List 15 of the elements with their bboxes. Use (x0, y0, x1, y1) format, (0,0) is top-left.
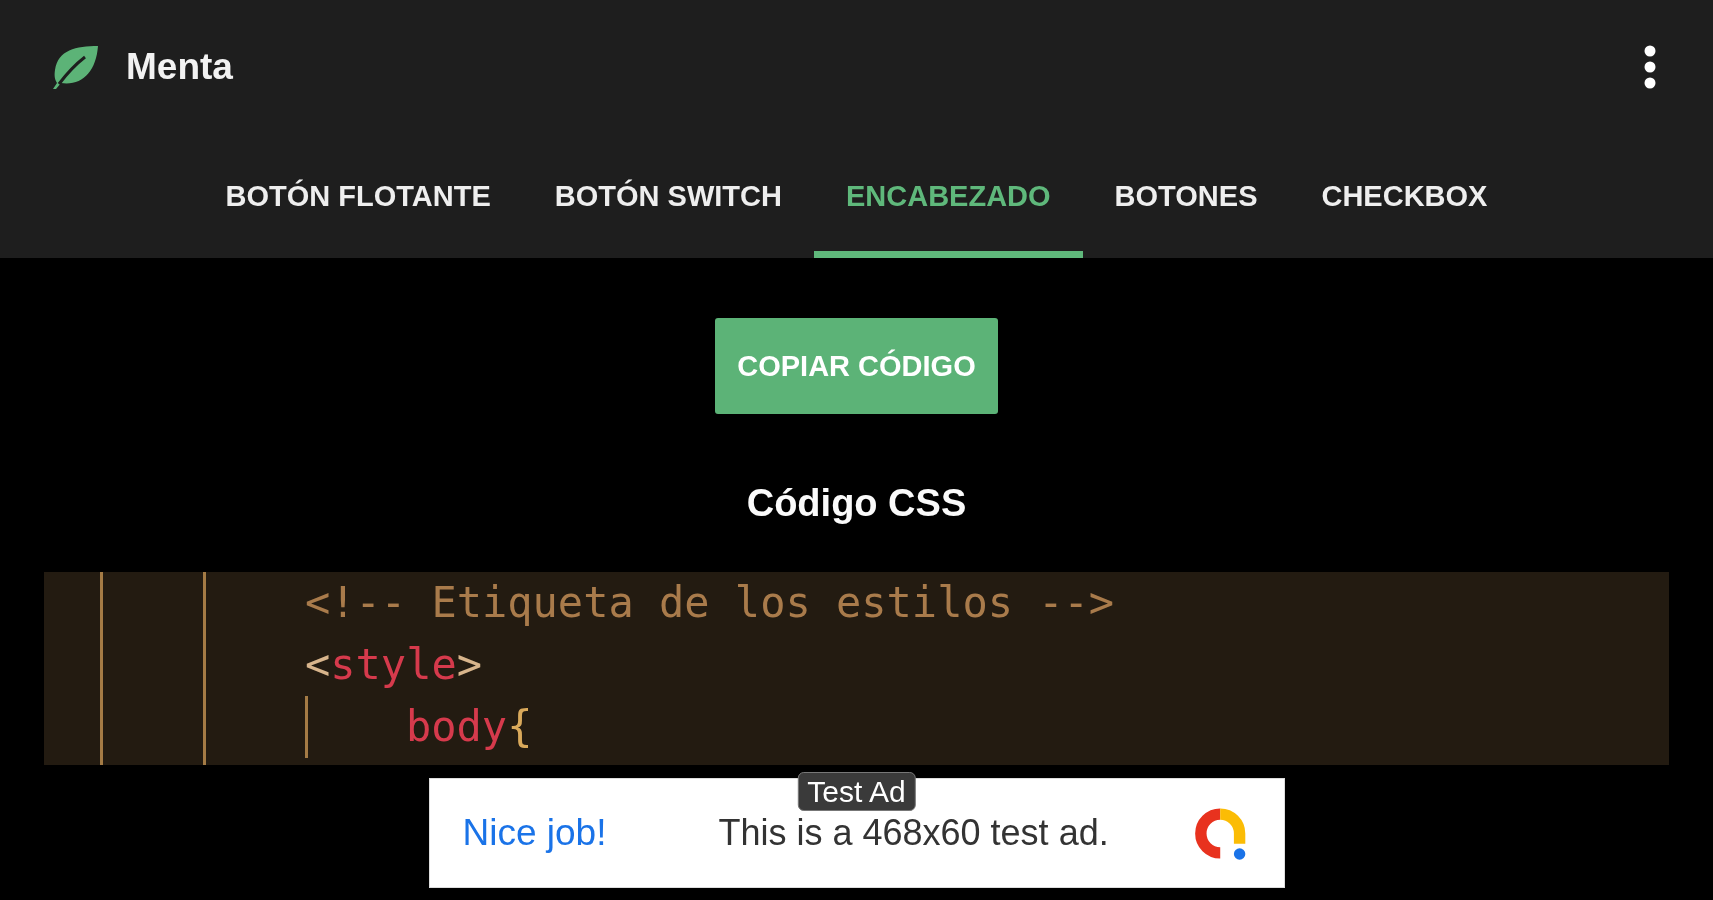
code-line: body{ (406, 701, 533, 753)
tab[interactable]: CHECKBOX (1289, 134, 1520, 258)
tab[interactable]: ENCABEZADO (813, 134, 1083, 258)
ad-text: This is a 468x60 test ad. (718, 812, 1109, 854)
code-line: <!-- Etiqueta de los estilos --> (305, 577, 1115, 629)
app-title: Menta (126, 46, 233, 88)
tab[interactable]: BOTONES (1082, 134, 1290, 258)
code-line: <style> (305, 639, 483, 691)
tab[interactable]: BOTÓN SWITCH (522, 134, 814, 258)
tab[interactable]: BOTÓN FLOTANTE (193, 134, 523, 258)
leaf-icon (52, 45, 98, 89)
ad-headline[interactable]: Nice job! (462, 812, 607, 854)
section-title: Código CSS (746, 481, 967, 525)
ad-badge: Test Ad (797, 772, 916, 811)
more-options-icon[interactable] (1644, 45, 1656, 89)
